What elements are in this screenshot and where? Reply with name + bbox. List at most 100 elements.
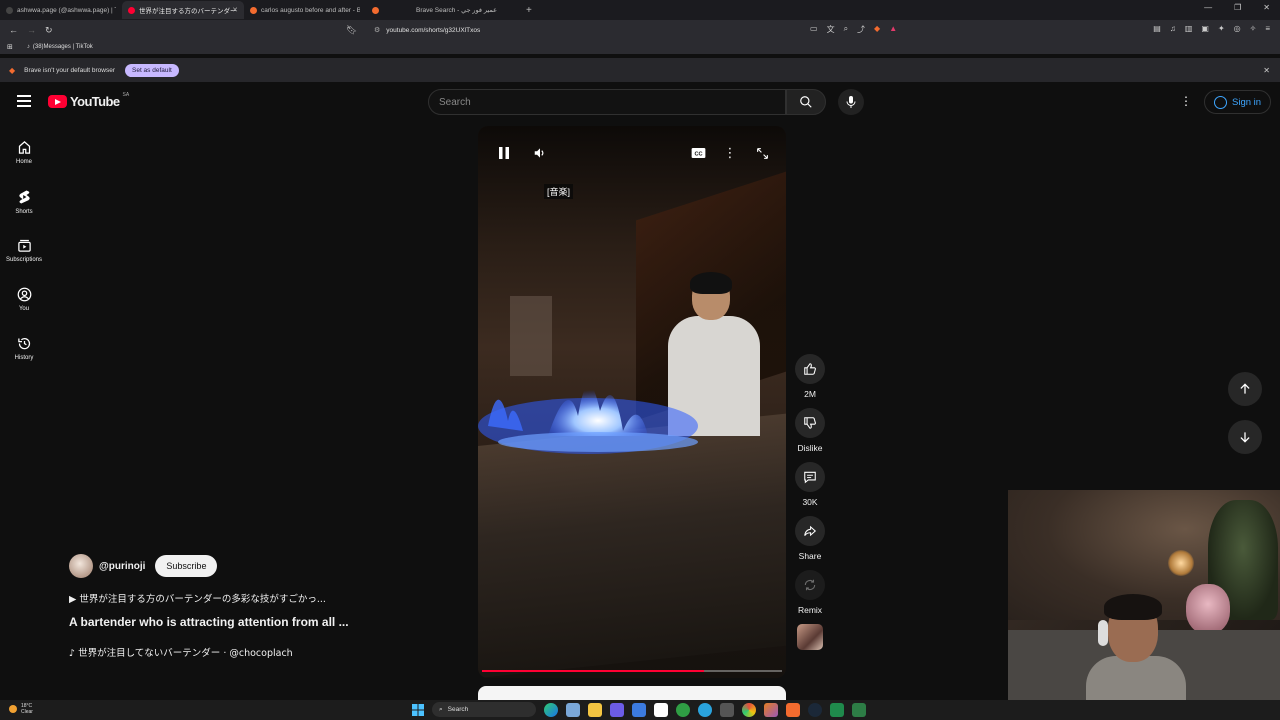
lamp xyxy=(1168,550,1194,576)
settings-menu-icon[interactable]: ⋮ xyxy=(1180,94,1192,108)
next-short-preview[interactable] xyxy=(478,686,786,700)
translate-icon[interactable]: 文 xyxy=(827,24,835,35)
search-button[interactable] xyxy=(786,89,826,115)
brave-icon[interactable] xyxy=(786,702,800,717)
bookmark-item[interactable]: ♪ (38)Messages | TikTok xyxy=(27,44,93,50)
share-button[interactable]: Share xyxy=(794,516,826,561)
windows-taskbar: 18°C Clear ⌕ Search xyxy=(0,700,1280,720)
cast-icon[interactable]: ▭ xyxy=(810,24,818,35)
game-launcher-icon[interactable] xyxy=(720,702,734,717)
share-label: Share xyxy=(798,551,822,561)
discord-icon[interactable] xyxy=(610,702,624,717)
close-infobar-icon[interactable]: ✕ xyxy=(1263,66,1270,75)
channel-avatar[interactable] xyxy=(69,554,93,578)
remix-button[interactable]: Remix xyxy=(794,570,826,615)
sidebar-toggle-icon[interactable]: ▤ xyxy=(1153,24,1161,33)
vpn-icon[interactable]: ◎ xyxy=(1234,24,1241,33)
back-icon[interactable]: ← xyxy=(9,25,18,35)
reading-list-icon[interactable]: ▥ xyxy=(1185,24,1193,33)
brave-shields-icon[interactable]: ◆ xyxy=(874,24,880,35)
youtube-play-icon xyxy=(48,95,67,108)
wallet-icon[interactable]: ▣ xyxy=(1201,24,1209,33)
file-explorer-icon[interactable] xyxy=(566,702,580,717)
comments-button[interactable]: 30K xyxy=(794,462,826,507)
captions-button[interactable]: CC xyxy=(686,144,710,162)
notes-icon[interactable] xyxy=(632,702,646,717)
restore-icon[interactable]: ❐ xyxy=(1234,3,1241,12)
like-count: 2M xyxy=(804,389,816,399)
shorts-player[interactable]: CC ⋮ [音楽] xyxy=(478,126,786,678)
brave-rewards-icon[interactable]: ▲ xyxy=(889,24,897,35)
set-default-button[interactable]: Set as default xyxy=(125,63,179,77)
arrow-down-icon xyxy=(1240,432,1250,443)
shorts-icon xyxy=(18,190,30,203)
paint-icon[interactable] xyxy=(764,702,778,717)
guide-menu-icon[interactable] xyxy=(17,95,31,107)
player-more-icon[interactable]: ⋮ xyxy=(720,144,740,162)
taskbar-search[interactable]: ⌕ Search xyxy=(432,702,536,717)
browser-tab[interactable]: Brave Search - عمير فور جي xyxy=(400,1,520,19)
browser-tab[interactable] xyxy=(366,1,400,19)
sound-thumbnail[interactable] xyxy=(797,624,823,650)
channel-row: @purinoji Subscribe xyxy=(69,554,218,578)
browser-tab[interactable]: carlos augusto before and after - Br xyxy=(244,1,366,19)
forward-icon[interactable]: → xyxy=(27,25,36,35)
media-icon[interactable]: ♫ xyxy=(1170,24,1176,33)
tiktok-icon[interactable] xyxy=(654,702,668,717)
sidebar-item-subscriptions[interactable]: Subscriptions xyxy=(0,226,48,275)
chrome-icon[interactable] xyxy=(742,702,756,717)
fullscreen-button[interactable] xyxy=(750,144,774,162)
folder-icon[interactable] xyxy=(588,702,602,717)
close-tab-icon[interactable]: ✕ xyxy=(232,6,238,14)
xbox-icon[interactable] xyxy=(676,702,690,717)
sidebar-item-home[interactable]: Home xyxy=(0,128,48,177)
subscribe-button[interactable]: Subscribe xyxy=(155,555,218,577)
site-info-icon[interactable]: ⚙︎ xyxy=(374,26,380,34)
bookmark-icon[interactable]: 🔖︎ xyxy=(346,25,357,36)
like-button[interactable]: 2M xyxy=(794,354,826,399)
weather-widget[interactable]: 18°C Clear xyxy=(9,703,33,715)
previous-short-button[interactable] xyxy=(1228,372,1262,406)
sign-in-button[interactable]: Sign in xyxy=(1204,90,1272,114)
pause-button[interactable] xyxy=(492,144,516,162)
telegram-icon[interactable] xyxy=(698,702,712,717)
remix-label: Remix xyxy=(797,605,823,615)
volume-icon xyxy=(534,148,544,158)
search-input[interactable]: Search xyxy=(428,89,786,115)
zoom-icon[interactable]: ⌕ xyxy=(844,24,848,35)
video-description[interactable]: ▶ 世界が注目する方のバーテンダーの多彩な技がすごかっ... xyxy=(69,591,326,605)
menu-icon[interactable]: ≡ xyxy=(1265,24,1270,33)
steam-icon[interactable] xyxy=(808,702,822,717)
progress-bar[interactable] xyxy=(482,670,782,672)
leo-icon[interactable]: ✧ xyxy=(1250,24,1257,33)
reload-icon[interactable]: ↻ xyxy=(45,25,53,36)
close-window-icon[interactable]: ✕ xyxy=(1263,3,1270,12)
browser-tab-active[interactable]: 世界が注目する方のバーテンダー ✕ xyxy=(122,1,244,19)
edge-icon[interactable] xyxy=(544,702,558,717)
channel-name[interactable]: @purinoji xyxy=(99,561,145,572)
browser-tab[interactable]: ashwwa.page (@ashwwa.page) | TikTok xyxy=(0,1,122,19)
minimize-icon[interactable]: — xyxy=(1204,3,1212,12)
dislike-button[interactable]: Dislike xyxy=(794,408,826,453)
volume-button[interactable] xyxy=(528,144,552,162)
share-icon[interactable]: ⤴ xyxy=(857,24,865,35)
streamer-figure xyxy=(1086,594,1186,700)
arrow-up-icon xyxy=(1240,383,1250,394)
sidebar-item-history[interactable]: History xyxy=(0,324,48,373)
address-bar-row: ← → ↻ 🔖︎ ⚙︎ youtube.com/shorts/g32UXlTxo… xyxy=(0,20,1280,40)
obs-icon[interactable] xyxy=(852,702,866,717)
sidebar-item-you[interactable]: You xyxy=(0,275,48,324)
video-title[interactable]: A bartender who is attracting attention … xyxy=(69,615,349,629)
excel-icon[interactable] xyxy=(830,702,844,717)
history-icon xyxy=(17,338,30,350)
extensions-icon[interactable]: ✦ xyxy=(1218,24,1225,33)
youtube-logo[interactable]: YouTube SA xyxy=(48,92,129,109)
voice-search-button[interactable] xyxy=(838,89,864,115)
new-tab-button[interactable]: + xyxy=(526,5,532,16)
sidebar-item-shorts[interactable]: Shorts xyxy=(0,177,48,226)
windows-start-icon[interactable] xyxy=(412,703,424,716)
plush-toy xyxy=(1186,584,1230,634)
apps-grid-icon[interactable]: ⊞ xyxy=(7,43,13,51)
music-attribution[interactable]: ♪ 世界が注目してないバーテンダー · @chocoplach xyxy=(69,645,293,659)
next-short-button[interactable] xyxy=(1228,420,1262,454)
